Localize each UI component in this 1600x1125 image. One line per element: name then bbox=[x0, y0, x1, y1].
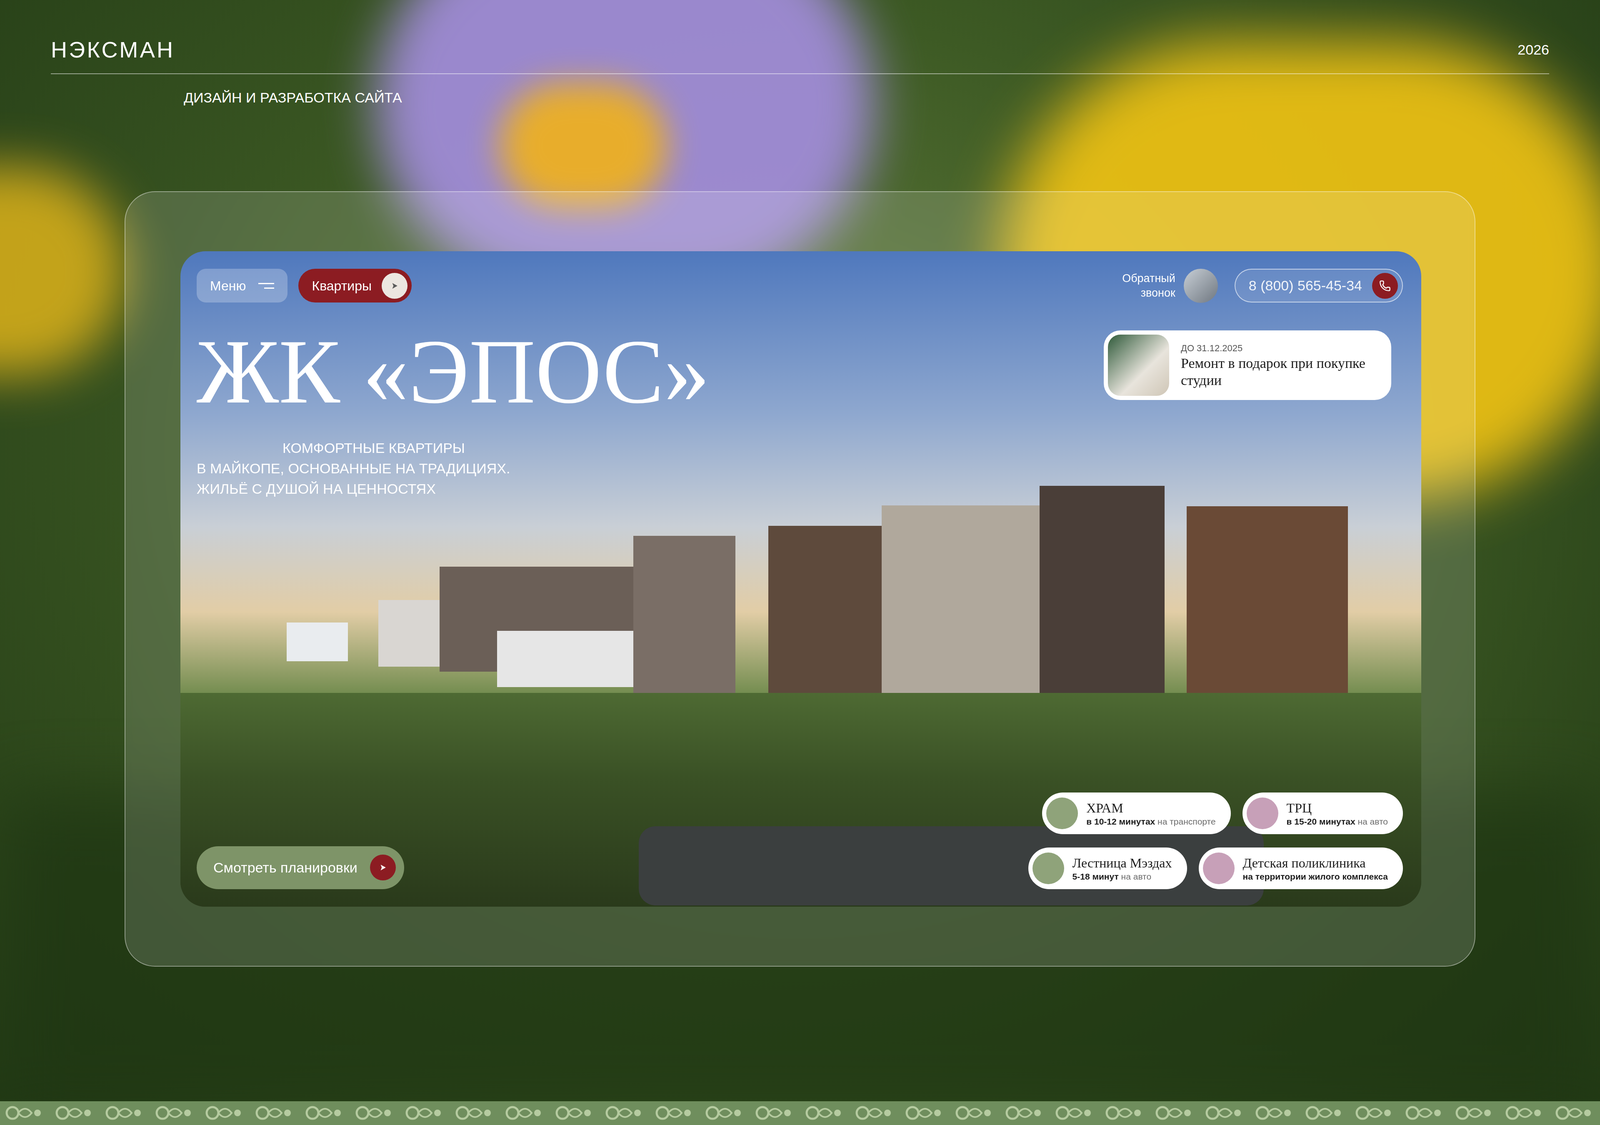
place-name: ТРЦ bbox=[1286, 799, 1388, 817]
hero-title: ЖК «ЭПОС» bbox=[196, 330, 710, 413]
ornament-strip bbox=[0, 1101, 1600, 1125]
phone-number: 8 (800) 565-45-34 bbox=[1248, 275, 1363, 297]
promo-card[interactable]: ДО 31.12.2025Ремонт в подарок при покупк… bbox=[1103, 330, 1392, 400]
place-thumbnail bbox=[1246, 797, 1279, 830]
apartments-button[interactable]: Квартиры bbox=[298, 268, 412, 303]
place-chip[interactable]: Детская поликлиникана территории жилого … bbox=[1198, 847, 1403, 890]
callback-link[interactable]: Обратный звонок bbox=[1104, 271, 1176, 301]
caption: ДИЗАЙН И РАЗРАБОТКА САЙТА bbox=[183, 89, 1550, 107]
place-thumbnail bbox=[1202, 852, 1235, 885]
promo-text: Ремонт в подарок при покупке студии bbox=[1180, 355, 1379, 390]
place-distance: в 10-12 минутах на транспорте bbox=[1086, 816, 1216, 828]
place-chip[interactable]: ТРЦв 15-20 минутах на авто bbox=[1242, 792, 1403, 835]
hero-subtitle: КОМФОРТНЫЕ КВАРТИРЫВ МАЙКОПЕ, ОСНОВАННЫЕ… bbox=[196, 437, 710, 500]
place-name: ХРАМ bbox=[1086, 799, 1216, 817]
place-name: Лестница Мэздах bbox=[1072, 854, 1173, 872]
place-name: Детская поликлиника bbox=[1242, 854, 1388, 872]
site-hero: Меню Квартиры Обратный звонок 8 (800) 565-4… bbox=[180, 251, 1422, 907]
menu-icon bbox=[258, 282, 275, 289]
menu-button[interactable]: Меню bbox=[196, 268, 288, 303]
ornament-icon bbox=[0, 1101, 1600, 1125]
place-chip[interactable]: Лестница Мэздах5-18 минут на авто bbox=[1028, 847, 1188, 890]
view-plans-button[interactable]: Смотреть планировки bbox=[196, 846, 405, 890]
arrow-icon bbox=[378, 862, 388, 873]
promo-deadline: ДО 31.12.2025 bbox=[1180, 341, 1379, 355]
place-distance: в 15-20 минутах на авто bbox=[1286, 816, 1388, 828]
place-distance: 5-18 минут на авто bbox=[1072, 871, 1173, 883]
phone-icon bbox=[1379, 280, 1391, 292]
portfolio-header: НЭКСМАН 2026 ДИЗАЙН И РАЗРАБОТКА САЙТА bbox=[0, 0, 1600, 107]
logo[interactable]: НЭКСМАН bbox=[50, 38, 175, 61]
place-distance: на территории жилого комплекса bbox=[1242, 871, 1388, 883]
place-thumbnail bbox=[1046, 797, 1078, 830]
place-chip[interactable]: ХРАМв 10-12 минутах на транспорте bbox=[1042, 792, 1231, 835]
places-list: ХРАМв 10-12 минутах на транспорте ТРЦв 15… bbox=[1028, 792, 1403, 890]
promo-thumbnail bbox=[1107, 334, 1170, 396]
page: НЭКСМАН 2026 ДИЗАЙН И РАЗРАБОТКА САЙТА Меню… bbox=[0, 0, 1600, 1125]
glass-frame: Меню Квартиры Обратный звонок 8 (800) 565-4… bbox=[124, 191, 1476, 967]
arrow-icon bbox=[390, 281, 400, 291]
phone-pill[interactable]: 8 (800) 565-45-34 bbox=[1234, 268, 1403, 303]
year: 2026 bbox=[1517, 39, 1550, 61]
place-thumbnail bbox=[1032, 852, 1065, 885]
top-bar: Меню Квартиры Обратный звонок 8 (800) 565-4… bbox=[196, 268, 1403, 303]
manager-avatar bbox=[1183, 268, 1218, 303]
